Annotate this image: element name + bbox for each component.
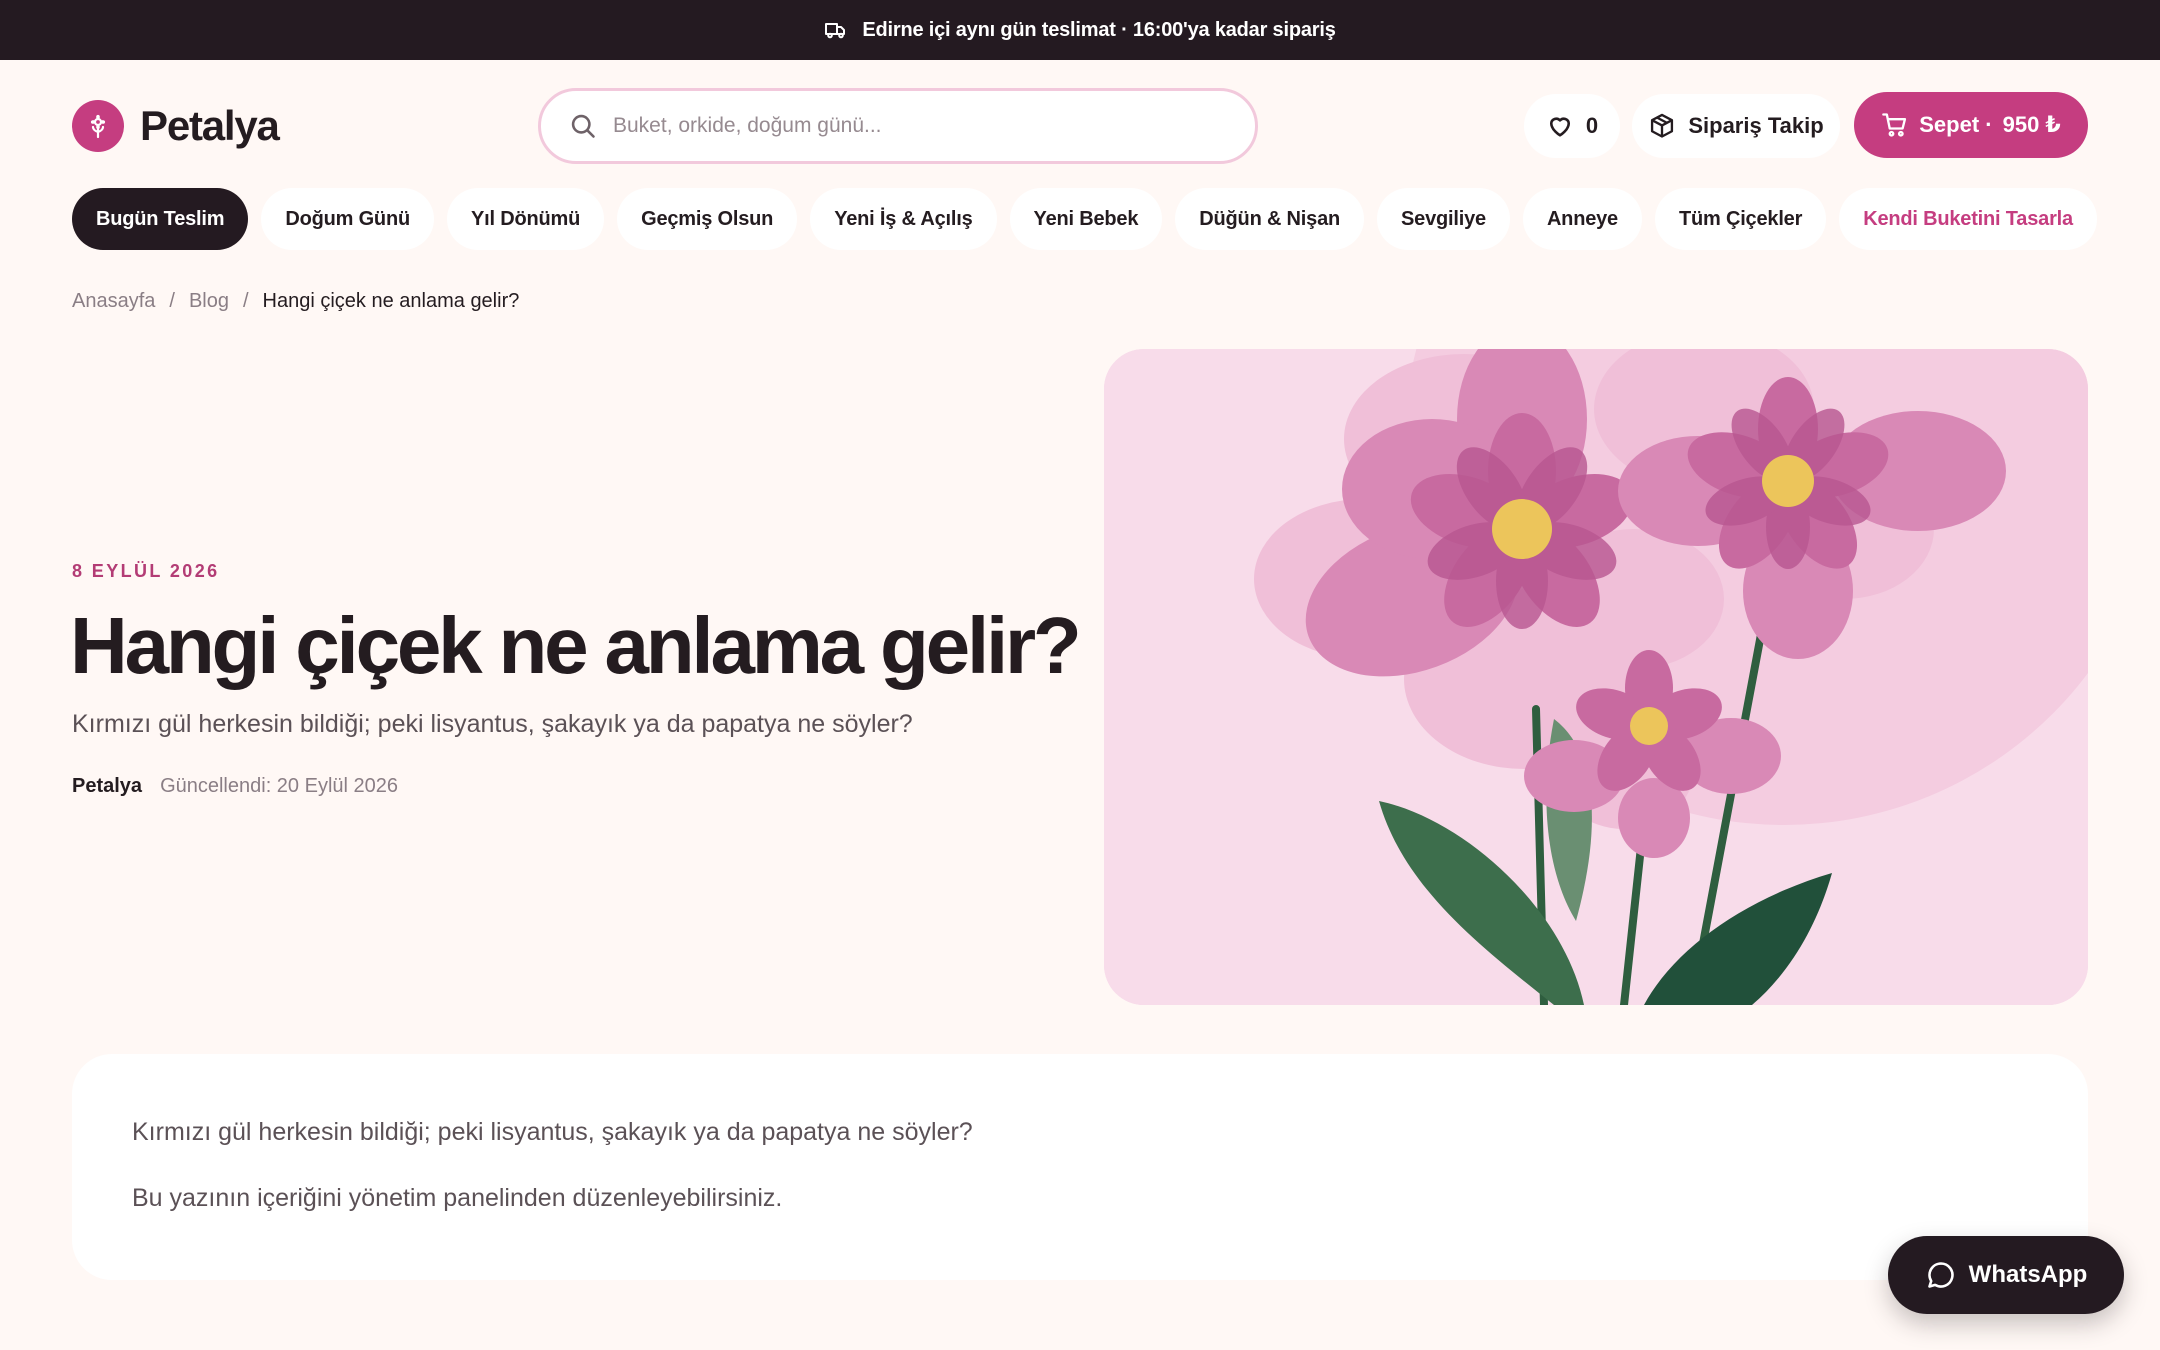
- article-content: Kırmızı gül herkesin bildiği; peki lisya…: [72, 1054, 2088, 1280]
- nav-item-dogum-gunu[interactable]: Doğum Günü: [261, 188, 434, 250]
- nav-item-anneye[interactable]: Anneye: [1522, 188, 1642, 250]
- nav-item-dugun-nisan[interactable]: Düğün & Nişan: [1175, 188, 1365, 250]
- announcement-text: Edirne içi aynı gün teslimat · 16:00'ya …: [862, 18, 1336, 41]
- favorites-count: 0: [1585, 113, 1599, 138]
- breadcrumb-current: Hangi çiçek ne anlama gelir?: [262, 290, 520, 312]
- cart-label: Sepet ·: [1919, 112, 1993, 137]
- heart-icon: [1549, 117, 1570, 137]
- nav-item-yeni-is-acilis[interactable]: Yeni İş & Açılış: [810, 188, 997, 250]
- package-icon: [1651, 113, 1674, 138]
- brand-logo[interactable]: Petalya: [72, 100, 280, 152]
- order-tracking-button[interactable]: Sipariş Takip: [1632, 94, 1840, 158]
- nav-item-tum-cicekler[interactable]: Tüm Çiçekler: [1654, 188, 1827, 250]
- flower-icon: [72, 100, 124, 152]
- article-paragraph: Bu yazının içeriğini yönetim panelinden …: [132, 1184, 783, 1212]
- article-subtitle: Kırmızı gül herkesin bildiği; peki lisya…: [72, 710, 913, 738]
- cart-button[interactable]: Sepet · 950 ₺: [1854, 92, 2088, 158]
- whatsapp-label: WhatsApp: [1968, 1261, 2088, 1288]
- nav-item-yil-donumu[interactable]: Yıl Dönümü: [447, 188, 605, 250]
- breadcrumb-home-link[interactable]: Anasayfa: [72, 290, 155, 313]
- category-nav: Bugün Teslim Doğum Günü Yıl Dönümü Geçmi…: [72, 188, 2097, 250]
- article-updated: Güncellendi: 20 Eylül 2026: [160, 775, 399, 797]
- truck-icon: [825, 23, 846, 39]
- search-input[interactable]: [613, 114, 1213, 138]
- whatsapp-button[interactable]: WhatsApp: [1888, 1236, 2124, 1314]
- article-author: Petalya: [72, 775, 143, 797]
- cart-total: 950 ₺: [2002, 112, 2061, 137]
- nav-item-kendi-buketini-tasarla[interactable]: Kendi Buketini Tasarla: [1839, 188, 2097, 250]
- nav-item-bugun-teslim[interactable]: Bugün Teslim: [72, 188, 249, 250]
- article-title: Hangi çiçek ne anlama gelir?: [70, 601, 1082, 690]
- order-tracking-label: Sipariş Takip: [1688, 113, 1824, 138]
- search-box[interactable]: [538, 88, 1258, 164]
- breadcrumb-separator: /: [242, 290, 249, 312]
- breadcrumb-separator: /: [169, 290, 175, 312]
- breadcrumb-blog-link[interactable]: Blog: [189, 290, 229, 313]
- hero-illustration: [1104, 349, 2088, 1005]
- chat-bubble-icon: [1927, 1262, 1954, 1288]
- favorites-button[interactable]: 0: [1524, 94, 1620, 158]
- article-paragraph: Kırmızı gül herkesin bildiği; peki lisya…: [132, 1118, 973, 1146]
- article-date: 8 EYLÜL 2026: [72, 561, 220, 581]
- cart-icon: [1882, 113, 1907, 137]
- announcement-bar: Edirne içi aynı gün teslimat · 16:00'ya …: [0, 0, 2160, 60]
- brand-name: Petalya: [140, 102, 280, 149]
- nav-item-gecmis-olsun[interactable]: Geçmiş Olsun: [617, 188, 798, 250]
- flower-bouquet-illustration: [1104, 349, 2088, 1005]
- article-meta: Petalya Güncellendi: 20 Eylül 2026: [72, 775, 398, 798]
- site-header: Petalya 0 Sipariş Takip Sepet · 950 ₺: [72, 88, 2088, 164]
- search-icon: [571, 114, 595, 138]
- nav-item-sevgiliye[interactable]: Sevgiliye: [1377, 188, 1510, 250]
- breadcrumb: Anasayfa / Blog / Hangi çiçek ne anlama …: [72, 290, 519, 313]
- nav-item-yeni-bebek[interactable]: Yeni Bebek: [1009, 188, 1163, 250]
